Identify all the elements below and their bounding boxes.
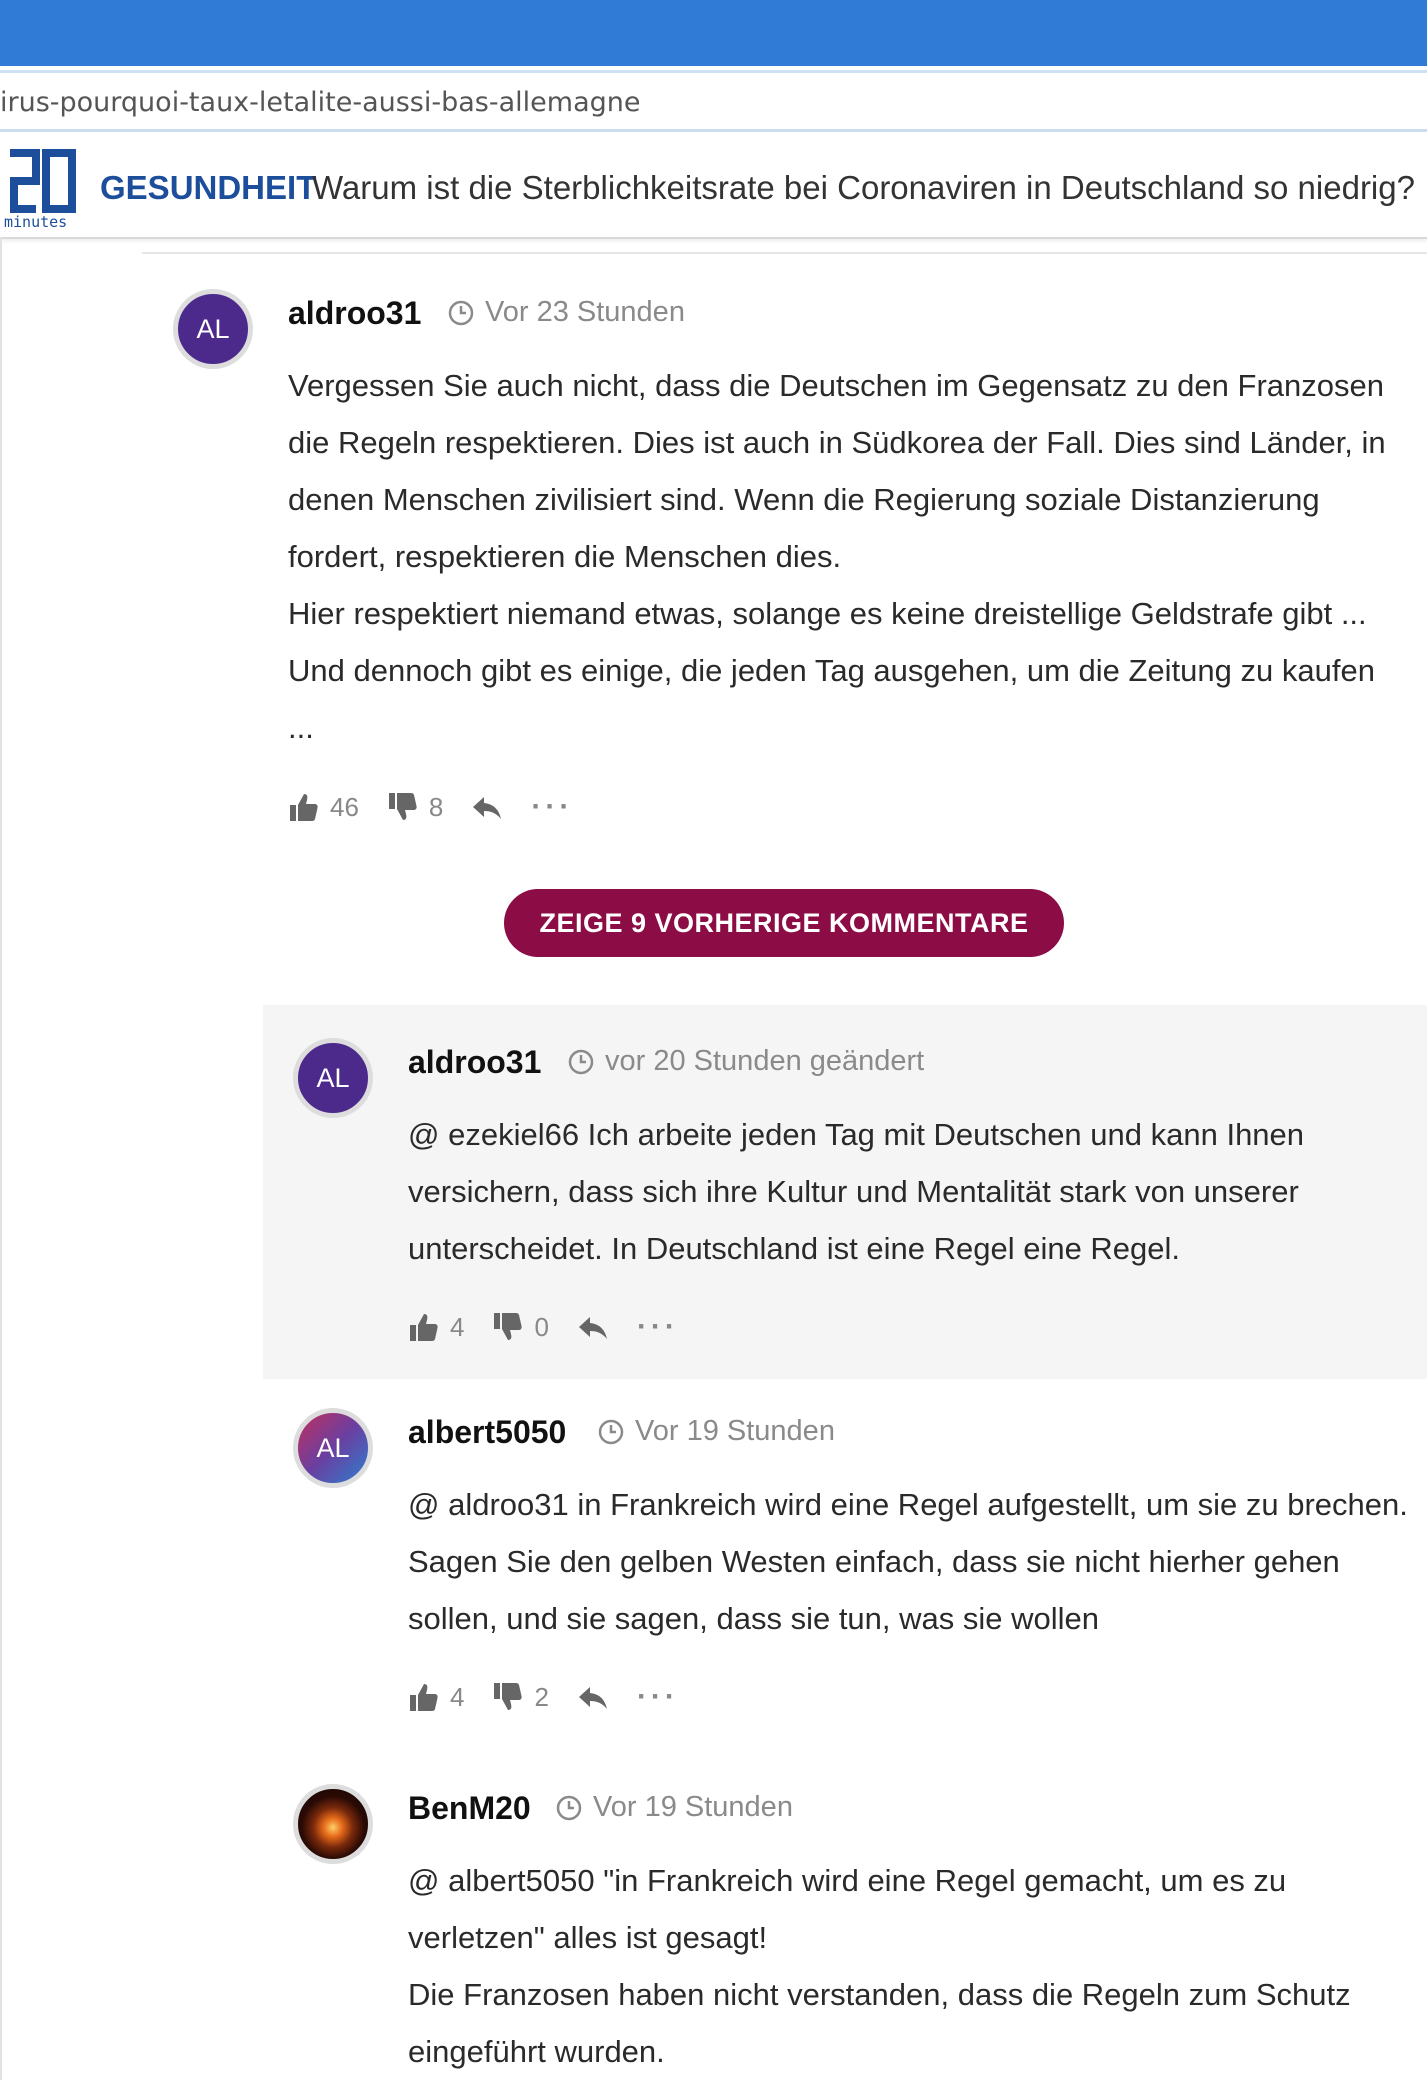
comment-body: @ albert5050 "in Frankreich wird eine Re…: [408, 1852, 1408, 2080]
thumbs-up-icon[interactable]: [408, 1681, 440, 1713]
comment-actions: 4 0 ···: [408, 1310, 679, 1344]
comment-actions: 46 8 ···: [288, 790, 573, 824]
dislike-count: 0: [534, 1311, 549, 1342]
reply-comment: BenM20 Vor 19 Stunden @ albert5050 "in F…: [263, 1768, 1427, 2080]
clock-icon: [568, 1049, 594, 1074]
comment-author[interactable]: albert5050: [408, 1414, 566, 1451]
more-options-icon[interactable]: ···: [531, 790, 573, 824]
reply-icon[interactable]: [577, 1681, 609, 1713]
dislike-count: 2: [534, 1681, 549, 1712]
reply-comment: AL albert5050 Vor 19 Stunden @ aldroo31 …: [263, 1395, 1427, 1725]
comment-body: @ ezekiel66 Ich arbeite jeden Tag mit De…: [408, 1106, 1408, 1277]
browser-title-bar: [0, 0, 1427, 70]
thumbs-down-icon[interactable]: [492, 1681, 524, 1713]
avatar[interactable]: AL: [293, 1038, 373, 1118]
logo-caption: minutes: [4, 213, 68, 231]
clock-icon: [448, 300, 474, 325]
like-count: 4: [450, 1681, 465, 1712]
avatar-image[interactable]: [293, 1784, 373, 1864]
more-options-icon[interactable]: ···: [637, 1680, 679, 1714]
avatar[interactable]: AL: [293, 1408, 373, 1488]
reply-icon[interactable]: [471, 791, 503, 823]
comment-author[interactable]: BenM20: [408, 1790, 531, 1827]
timestamp-text: vor 20 Stunden geändert: [605, 1045, 925, 1077]
reply-comment: AL aldroo31 vor 20 Stunden geändert @ ez…: [263, 1005, 1427, 1379]
logo-20-icon: [10, 149, 76, 213]
clock-icon: [556, 1795, 582, 1820]
comment-author[interactable]: aldroo31: [288, 295, 421, 332]
comments-divider: [142, 252, 1427, 254]
comment-author[interactable]: aldroo31: [408, 1044, 541, 1081]
like-count: 4: [450, 1311, 465, 1342]
thumbs-up-icon[interactable]: [288, 791, 320, 823]
dislike-count: 8: [428, 791, 444, 822]
comment-paragraph: Die Franzosen haben nicht verstanden, da…: [408, 1977, 1351, 2069]
timestamp-text: Vor 19 Stunden: [635, 1415, 835, 1447]
address-bar[interactable]: irus-pourquoi-taux-letalite-aussi-bas-al…: [0, 73, 1427, 132]
comment-paragraph: @ albert5050 "in Frankreich wird eine Re…: [408, 1863, 1287, 1955]
comment-paragraph: Hier respektiert niemand etwas, solange …: [288, 596, 1375, 745]
section-label[interactable]: GESUNDHEIT: [100, 169, 316, 207]
comment-timestamp: Vor 23 Stunden: [447, 296, 685, 329]
show-previous-comments-button[interactable]: ZEIGE 9 VORHERIGE KOMMENTARE: [504, 889, 1064, 957]
avatar[interactable]: AL: [173, 289, 253, 369]
thumbs-down-icon[interactable]: [387, 791, 419, 823]
like-count: 46: [330, 791, 359, 822]
comment-paragraph: @ aldroo31 in Frankreich wird eine Regel…: [408, 1487, 1408, 1636]
comment-actions: 4 2 ···: [408, 1680, 679, 1714]
clock-icon: [598, 1419, 624, 1444]
url-text[interactable]: irus-pourquoi-taux-letalite-aussi-bas-al…: [0, 87, 641, 118]
reply-icon[interactable]: [577, 1311, 609, 1343]
comment-timestamp: vor 20 Stunden geändert: [567, 1045, 924, 1078]
comment-body: @ aldroo31 in Frankreich wird eine Regel…: [408, 1476, 1408, 1647]
comment-timestamp: Vor 19 Stunden: [555, 1791, 793, 1824]
timestamp-text: Vor 19 Stunden: [593, 1791, 793, 1823]
comment-paragraph: Vergessen Sie auch nicht, dass die Deuts…: [288, 368, 1386, 574]
site-header: minutes GESUNDHEIT Warum ist die Sterbli…: [0, 135, 1427, 239]
thumbs-up-icon[interactable]: [408, 1311, 440, 1343]
thumbs-down-icon[interactable]: [492, 1311, 524, 1343]
comment-body: Vergessen Sie auch nicht, dass die Deuts…: [288, 357, 1403, 756]
timestamp-text: Vor 23 Stunden: [485, 296, 685, 328]
comment-paragraph: @ ezekiel66 Ich arbeite jeden Tag mit De…: [408, 1117, 1305, 1266]
comment: AL aldroo31 Vor 23 Stunden Vergessen Sie…: [0, 260, 1427, 840]
article-title: Warum ist die Sterblichkeitsrate bei Cor…: [312, 169, 1415, 206]
comment-timestamp: Vor 19 Stunden: [597, 1415, 835, 1448]
more-options-icon[interactable]: ···: [637, 1310, 679, 1344]
